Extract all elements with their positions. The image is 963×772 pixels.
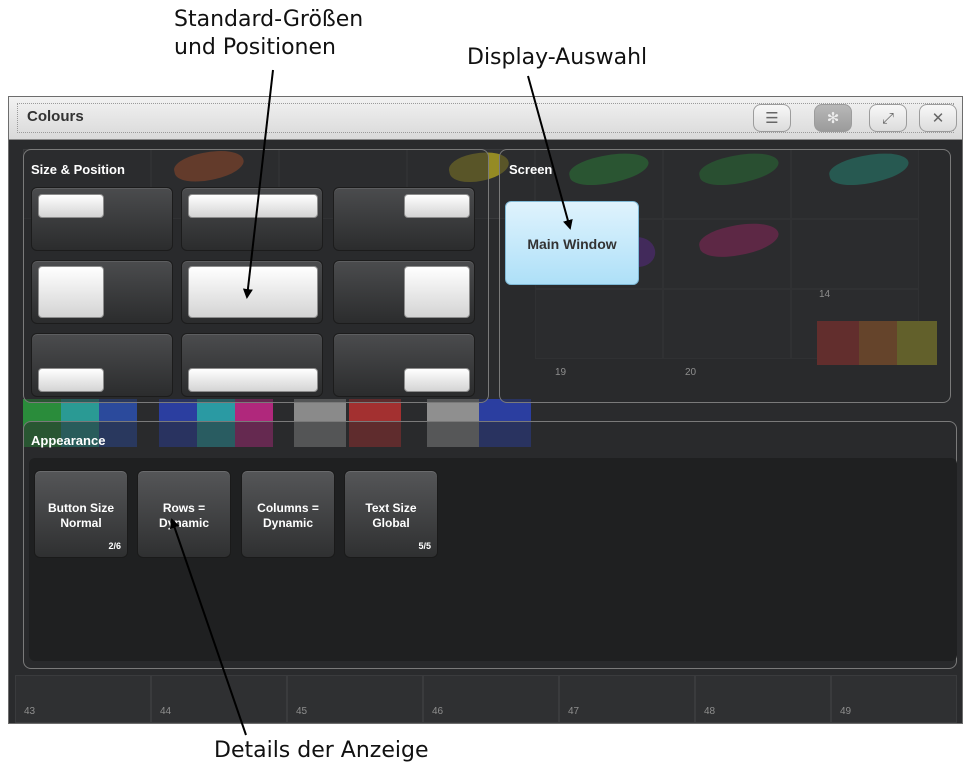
close-button[interactable]: ✕ (919, 104, 957, 132)
rows-button[interactable]: Rows = Dynamic (137, 470, 231, 558)
size-preview (38, 368, 104, 392)
bg-cell: 49 (831, 675, 957, 723)
appearance-title: Appearance (31, 433, 106, 448)
columns-button[interactable]: Columns = Dynamic (241, 470, 335, 558)
cell-number: 48 (704, 706, 716, 717)
button-label: Columns = (257, 501, 319, 515)
window-title: Colours (27, 108, 84, 125)
position-full-screen-button[interactable] (181, 260, 323, 324)
gear-icon: ✻ (826, 109, 840, 127)
position-top-left-button[interactable] (31, 187, 173, 251)
button-label: Rows = (162, 501, 206, 515)
size-preview (404, 266, 470, 318)
button-count: 2/6 (108, 541, 121, 551)
text-size-button[interactable]: Text Size Global 5/5 (344, 470, 438, 558)
cell-number: 14 (819, 289, 831, 300)
bg-cell: 44 (151, 675, 287, 723)
bg-cell: 46 (423, 675, 559, 723)
cell-number: 20 (685, 367, 697, 378)
button-size-button[interactable]: Button Size Normal 2/6 (34, 470, 128, 558)
cell-number: 47 (568, 706, 580, 717)
main-window-button[interactable]: Main Window (505, 201, 639, 285)
resize-icon: ⤢ (881, 109, 894, 127)
bg-cell: 48 (695, 675, 831, 723)
position-bottom-full-button[interactable] (181, 333, 323, 397)
annotation-display-details: Details der Anzeige (214, 738, 429, 763)
cell-number: 46 (432, 706, 444, 717)
screen-title: Screen (509, 162, 553, 177)
colours-window: Colours ☰ ✻ ⤢ ✕ Size & Position Screen M… (8, 96, 963, 724)
settings-button[interactable]: ✻ (814, 104, 852, 132)
size-preview (188, 194, 318, 218)
position-bottom-right-button[interactable] (333, 333, 475, 397)
menu-button[interactable]: ☰ (753, 104, 791, 132)
button-value: Dynamic (158, 516, 210, 530)
size-preview (404, 368, 470, 392)
cell-number: 45 (296, 706, 308, 717)
bg-cell: 43 (15, 675, 151, 723)
button-value: Global (372, 516, 410, 530)
annotation-standard-sizes-line1: Standard-Größen (174, 7, 364, 32)
cell-number: 43 (24, 706, 36, 717)
annotation-standard-sizes-line2: und Positionen (174, 35, 336, 60)
cell-number: 19 (555, 367, 567, 378)
button-label: Button Size (48, 501, 114, 515)
annotation-display-selection: Display-Auswahl (467, 45, 648, 70)
button-label: Text Size (365, 501, 417, 515)
bg-cell: 45 (287, 675, 423, 723)
close-icon: ✕ (931, 109, 945, 127)
position-bottom-left-button[interactable] (31, 333, 173, 397)
bottom-palette-row: 43 44 45 46 47 48 49 (9, 675, 962, 723)
title-bar: Colours ☰ ✻ ⤢ ✕ (9, 97, 962, 140)
size-preview (404, 194, 470, 218)
position-top-full-button[interactable] (181, 187, 323, 251)
position-right-half-button[interactable] (333, 260, 475, 324)
menu-icon: ☰ (765, 109, 779, 127)
size-preview (38, 266, 104, 318)
bg-cell: 47 (559, 675, 695, 723)
button-count: 5/5 (418, 541, 431, 551)
size-preview (38, 194, 104, 218)
size-preview (188, 266, 318, 318)
size-position-title: Size & Position (31, 162, 125, 177)
position-left-half-button[interactable] (31, 260, 173, 324)
cell-number: 44 (160, 706, 172, 717)
size-preview (188, 368, 318, 392)
button-value: Dynamic (262, 516, 314, 530)
resize-button[interactable]: ⤢ (869, 104, 907, 132)
cell-number: 49 (840, 706, 852, 717)
position-top-right-button[interactable] (333, 187, 475, 251)
button-value: Normal (60, 516, 102, 530)
